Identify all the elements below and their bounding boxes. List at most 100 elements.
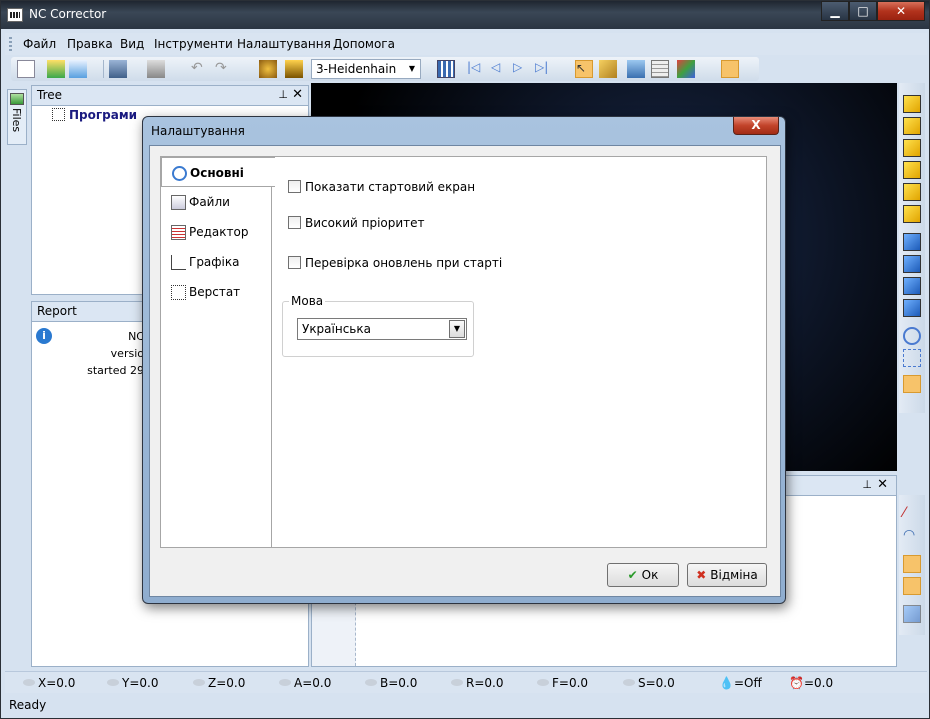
window-layout-icon[interactable] <box>721 60 739 78</box>
axis-icon <box>365 679 377 686</box>
axis-icon <box>537 679 549 686</box>
undo-icon[interactable]: ↶ <box>191 60 209 78</box>
nav-item-general[interactable]: Основні <box>161 157 275 187</box>
status-s-value: S=0.0 <box>638 676 675 690</box>
bug-icon[interactable] <box>259 60 277 78</box>
nav-item-machine[interactable]: Верстат <box>161 277 273 307</box>
nav-item-label: Файли <box>189 195 230 209</box>
shapes-icon[interactable] <box>677 60 695 78</box>
wand-icon[interactable] <box>285 60 303 78</box>
status-r: R=0.0 <box>451 676 503 690</box>
ok-button[interactable]: ✔ Ок <box>607 563 679 587</box>
settings-content: Показати стартовий екран Високий пріорит… <box>271 156 767 548</box>
zoom-icon[interactable] <box>903 327 921 345</box>
tree-root-item[interactable]: Програми <box>52 108 137 122</box>
view-cube-icon[interactable] <box>903 255 921 273</box>
checkbox[interactable] <box>288 180 301 193</box>
option-label: Показати стартовий екран <box>305 180 476 194</box>
solid-icon[interactable] <box>903 605 921 623</box>
view-cube-icon[interactable] <box>903 117 921 135</box>
tree-root-label: Програми <box>69 108 138 122</box>
menu-settings[interactable]: Налаштування <box>237 37 331 51</box>
window-title: NC Corrector <box>29 7 107 21</box>
ruler-icon[interactable] <box>599 60 617 78</box>
axis-icon <box>23 679 35 686</box>
nav-item-graphics[interactable]: Графіка <box>161 247 273 277</box>
floppy-icon <box>171 195 186 210</box>
main-toolbar: ↶ ↷ 3-Heidenhain ▼ |◁ ◁ ▷ ▷| ↖ <box>11 57 759 81</box>
report-line: started 29 <box>87 364 144 377</box>
option-check-updates[interactable]: Перевірка оновлень при старті <box>288 256 502 270</box>
clock-icon: ⏰ <box>789 676 804 690</box>
brush-icon[interactable] <box>903 375 921 393</box>
draw-toolbar: ⁄ ◠ <box>899 495 925 635</box>
status-z-value: Z=0.0 <box>208 676 246 690</box>
print-icon[interactable] <box>147 60 165 78</box>
view-cube-icon[interactable] <box>903 95 921 113</box>
maximize-button[interactable]: □ <box>849 1 877 21</box>
nav-item-label: Редактор <box>189 225 249 239</box>
axis-icon <box>623 679 635 686</box>
nav-item-editor[interactable]: Редактор <box>161 217 273 247</box>
prev-icon[interactable]: ◁ <box>491 60 509 78</box>
calculator-icon[interactable] <box>651 60 669 78</box>
cancel-button[interactable]: ✖ Відміна <box>687 563 767 587</box>
line-icon[interactable]: ⁄ <box>903 505 921 523</box>
dialog-title: Налаштування <box>151 124 245 138</box>
first-icon[interactable]: |◁ <box>467 60 485 78</box>
files-tab-label: Files <box>10 108 23 133</box>
document-icon <box>171 225 186 240</box>
separator <box>103 60 104 78</box>
view-cube-icon[interactable] <box>903 183 921 201</box>
view-cube-icon[interactable] <box>903 139 921 157</box>
report-panel-title: Report <box>37 304 77 318</box>
status-a-value: A=0.0 <box>294 676 332 690</box>
close-button[interactable]: ✕ <box>877 1 925 21</box>
dialog-close-button[interactable]: X <box>733 117 779 135</box>
open-icon[interactable] <box>69 60 87 78</box>
language-select[interactable]: Українська ▼ <box>297 318 467 340</box>
next-icon[interactable]: ▷ <box>513 60 531 78</box>
pin-icon[interactable]: ⊥ <box>278 88 288 101</box>
postprocessor-select[interactable]: 3-Heidenhain ▼ <box>311 59 421 79</box>
tree-panel-title: Tree <box>37 88 63 102</box>
close-icon[interactable]: ✕ <box>292 87 303 102</box>
menu-view[interactable]: Вид <box>120 37 144 51</box>
pin-icon[interactable]: ⊥ <box>862 478 872 491</box>
columns-icon[interactable] <box>437 60 455 78</box>
pointer-icon[interactable]: ↖ <box>575 60 593 78</box>
checkbox[interactable] <box>288 256 301 269</box>
nav-item-files[interactable]: Файли <box>161 187 273 217</box>
files-icon <box>10 93 24 105</box>
machine-icon <box>171 285 186 300</box>
view-cube-icon[interactable] <box>903 233 921 251</box>
view-cube-icon[interactable] <box>903 205 921 223</box>
view-toolbar <box>899 83 925 413</box>
arc-icon[interactable]: ◠ <box>903 527 921 545</box>
view-cube-icon[interactable] <box>903 299 921 317</box>
layers-icon[interactable] <box>47 60 65 78</box>
checkbox[interactable] <box>288 216 301 229</box>
zoom-window-icon[interactable] <box>903 349 921 367</box>
redo-icon[interactable]: ↷ <box>215 60 233 78</box>
minimize-button[interactable]: ▁ <box>821 1 849 21</box>
report-line: versio <box>110 347 144 360</box>
menu-help[interactable]: Допомога <box>333 37 395 51</box>
status-b-value: B=0.0 <box>380 676 418 690</box>
save-icon[interactable] <box>109 60 127 78</box>
files-side-tab[interactable]: Files <box>7 89 27 145</box>
last-icon[interactable]: ▷| <box>535 60 553 78</box>
option-show-splash[interactable]: Показати стартовий екран <box>288 180 475 194</box>
view-cube-icon[interactable] <box>903 277 921 295</box>
close-icon[interactable]: ✕ <box>877 477 888 492</box>
tool-icon[interactable] <box>627 60 645 78</box>
new-file-icon[interactable] <box>17 60 35 78</box>
menu-tools[interactable]: Інструменти <box>154 37 233 51</box>
menu-edit[interactable]: Правка <box>67 37 113 51</box>
menu-file[interactable]: Файл <box>23 37 56 51</box>
path-alt-icon[interactable] <box>903 577 921 595</box>
view-cube-icon[interactable] <box>903 161 921 179</box>
path-icon[interactable] <box>903 555 921 573</box>
status-coolant: 💧=Off <box>719 676 762 690</box>
option-high-priority[interactable]: Високий пріоритет <box>288 216 425 230</box>
